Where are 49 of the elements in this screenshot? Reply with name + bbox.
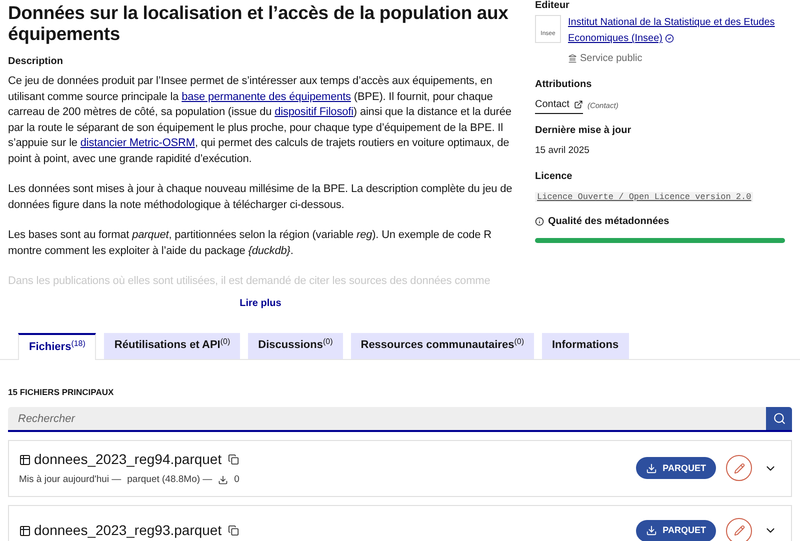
search-button[interactable] xyxy=(766,407,792,432)
publisher-link[interactable]: Institut National de la Statistique et des Etudes Economiques (Insee) xyxy=(568,15,785,47)
text-link[interactable]: base permanente des équipements xyxy=(182,90,351,102)
tab[interactable]: Réutilisations et API$^{(0)}$ xyxy=(104,332,240,358)
files-heading: 15 FICHIERS PRINCIPAUX xyxy=(8,386,115,398)
copy-icon[interactable] xyxy=(228,525,239,536)
section-label: Dernière mise à jour xyxy=(535,124,632,138)
update-date: 15 avril 2025 xyxy=(535,144,590,158)
table-icon xyxy=(19,454,31,466)
download-icon xyxy=(646,525,657,536)
pencil-icon xyxy=(734,462,744,474)
file-name: donnees_2023_reg94.parquet xyxy=(34,450,222,470)
section-label: Licence xyxy=(535,170,574,184)
pencil-icon xyxy=(734,525,744,536)
text-link[interactable]: distancier Metric-OSRM xyxy=(80,137,195,149)
description-paragraph: Les données sont mises à jour à chaque nouveau millésime de la BPE. La description complète du jeu de données figure dans la note méthodologique à télécharger ci-dessous. xyxy=(8,182,513,212)
edit-button[interactable] xyxy=(726,518,752,541)
text-link[interactable]: dispositif Filosofi xyxy=(274,106,354,118)
download-button[interactable]: PARQUET xyxy=(636,457,716,480)
section-label: Attributions xyxy=(535,78,593,92)
read-more-link[interactable]: Lire plus xyxy=(240,296,282,310)
tab[interactable]: Fichiers$^{(18)}$ xyxy=(18,332,96,360)
page-title: Données sur la localisation et l’accès de la population aux équipements xyxy=(8,2,510,44)
table-icon xyxy=(19,524,31,536)
download-icon xyxy=(218,475,228,486)
licence-link[interactable]: Licence Ouverte / Open Licence version 2.0 xyxy=(535,192,754,202)
description-paragraph: Ce jeu de données produit par l’Insee permet de s’intéresser aux temps d’accès aux équipements, en utilisant comme source principale la base permanente des équipements (BPE). Il fournit, pour chaque carreau de 200 mètres de côté, sa population (issue du dispositif Filosofi) ainsi que la distance et la durée par la route le séparant de son équipement le plus proche, pour chaque type d’équipement de la BPE. Il s’appuie sur le distancier Metric-OSRM, qui permet des calculs de trajets routiers en voiture optimaux, de point à point, avec une grande rapidité d’exécution. xyxy=(8,74,512,166)
tab[interactable]: Ressources communautaires$^{(0)}$ xyxy=(350,332,534,358)
search-field[interactable]: Rechercher xyxy=(8,407,766,432)
file-name: donnees_2023_reg93.parquet xyxy=(34,521,222,540)
search-icon xyxy=(772,412,786,426)
section-label: Editeur xyxy=(535,0,570,11)
download-button[interactable]: PARQUET xyxy=(636,520,716,541)
description-label: Description xyxy=(8,55,64,69)
info-icon xyxy=(535,217,544,226)
file-updated: Mis à jour aujourd'hui — xyxy=(19,473,122,488)
file-format: parquet (48.8Mo) — xyxy=(127,473,212,488)
edit-button[interactable] xyxy=(726,455,752,482)
download-icon xyxy=(646,462,657,474)
quality-label: Qualité des métadonnées xyxy=(548,215,670,230)
tab[interactable]: Discussions$^{(0)}$ xyxy=(248,332,343,358)
contact-link[interactable]: Contact xyxy=(535,97,584,114)
building-icon xyxy=(568,54,577,63)
external-link-icon xyxy=(574,100,584,109)
tab[interactable]: Informations xyxy=(542,332,629,358)
copy-icon[interactable] xyxy=(228,454,239,466)
publisher-type: Service public xyxy=(580,52,642,66)
description-paragraph: Les bases sont au format parquet, partitionnées selon la région (variable reg). Un exemple de code R montre comment les exploiter à l’aide du package {duckdb}. xyxy=(8,228,492,258)
download-count: 0 xyxy=(234,473,240,488)
